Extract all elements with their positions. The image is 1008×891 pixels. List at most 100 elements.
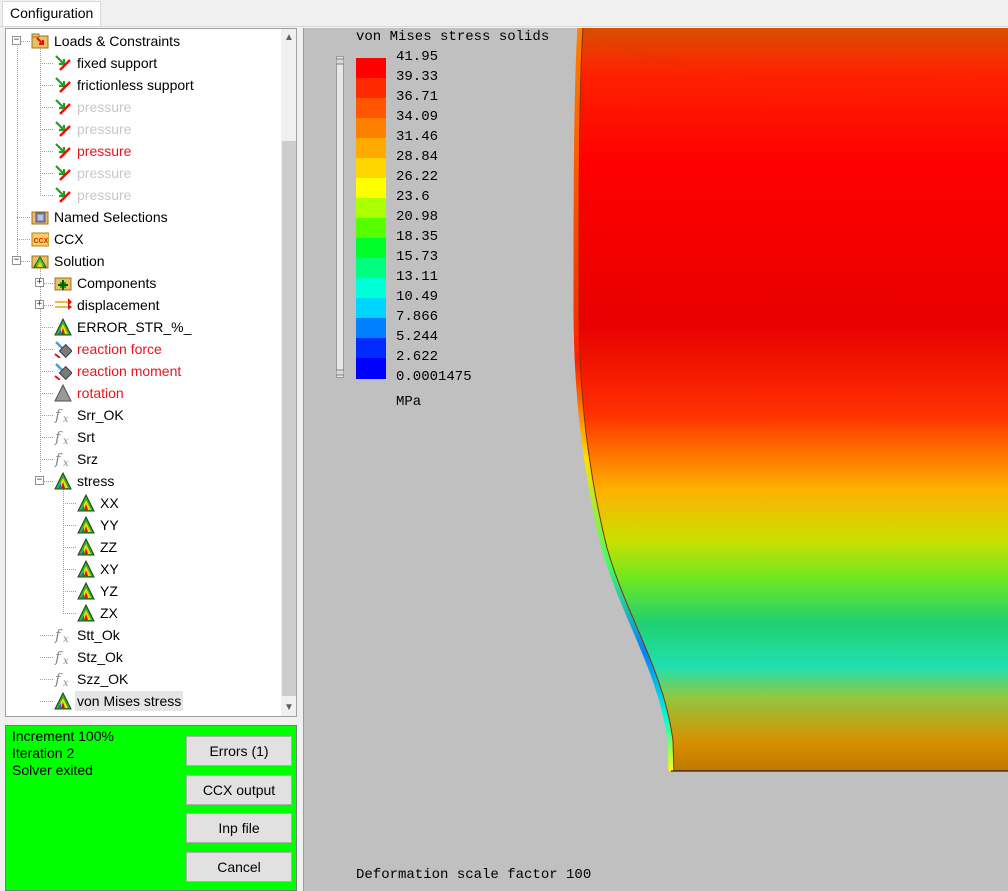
tree-item[interactable]: stress bbox=[54, 470, 116, 492]
tree-item[interactable]: f x Srt bbox=[54, 426, 97, 448]
tree-item[interactable]: Loads & Constraints bbox=[31, 30, 182, 52]
tree-item-label: YZ bbox=[100, 583, 118, 599]
tree-connector bbox=[40, 437, 53, 438]
svg-text:f: f bbox=[54, 406, 63, 424]
errors-button[interactable]: Errors (1) bbox=[186, 736, 292, 766]
legend-tick-label: 10.49 bbox=[396, 289, 439, 305]
tree-item[interactable]: ZZ bbox=[77, 536, 119, 558]
scroll-up-arrow-icon[interactable]: ▲ bbox=[281, 29, 296, 46]
color-legend bbox=[356, 58, 386, 379]
legend-tick-label: 31.46 bbox=[396, 129, 439, 145]
tree-item-label: ZZ bbox=[100, 539, 118, 555]
tree-item-label: von Mises stress bbox=[75, 691, 184, 711]
scroll-thumb[interactable] bbox=[282, 141, 296, 696]
tree-item[interactable]: f x Srr_OK bbox=[54, 404, 126, 426]
legend-tick-label: 5.244 bbox=[396, 329, 439, 345]
tree-item[interactable]: pressure bbox=[54, 184, 133, 206]
legend-tick-label: 7.866 bbox=[396, 309, 439, 325]
tree-item[interactable]: von Mises stress bbox=[54, 690, 184, 712]
tree-connector bbox=[63, 569, 76, 570]
collapse-icon[interactable]: − bbox=[12, 36, 21, 45]
model-tree[interactable]: Loads & Constraints − fixed support frictio… bbox=[5, 28, 297, 717]
tree-item-label: Srr_OK bbox=[77, 407, 124, 423]
tree-item-label: XX bbox=[100, 495, 119, 511]
tree-item[interactable]: fixed support bbox=[54, 52, 159, 74]
legend-slider[interactable] bbox=[336, 56, 344, 378]
result-triangle-icon bbox=[77, 603, 95, 622]
tree-item[interactable]: pressure bbox=[54, 162, 133, 184]
tree-item[interactable]: Components bbox=[54, 272, 158, 294]
tree-item-label: Stt_Ok bbox=[77, 627, 120, 643]
tree-connector bbox=[40, 459, 53, 460]
tree-item[interactable]: reaction moment bbox=[54, 360, 183, 382]
tree-item[interactable]: pressure bbox=[54, 96, 133, 118]
tree-item[interactable]: frictionless support bbox=[54, 74, 196, 96]
function-icon: fx bbox=[54, 450, 72, 469]
tree-item[interactable]: XY bbox=[77, 558, 121, 580]
tree-item-label: reaction moment bbox=[77, 363, 182, 379]
tree-guide-line bbox=[40, 261, 41, 472]
tree-item[interactable]: YZ bbox=[77, 580, 120, 602]
legend-tick-label: 41.95 bbox=[396, 49, 439, 65]
result-viewer[interactable]: von Mises stress solids 41.95 39.33 36.71 3… bbox=[303, 28, 1008, 891]
tree-item[interactable]: pressure bbox=[54, 140, 133, 162]
scroll-down-arrow-icon[interactable]: ▼ bbox=[281, 699, 296, 716]
tree-item[interactable]: Solution bbox=[31, 250, 107, 272]
svg-text:f: f bbox=[54, 428, 63, 446]
tree-item[interactable]: f x Szz_OK bbox=[54, 668, 130, 690]
tree-item[interactable]: f x Stz_Ok bbox=[54, 646, 125, 668]
collapse-icon[interactable]: − bbox=[35, 476, 44, 485]
tree-item-label: YY bbox=[100, 517, 119, 533]
tree-scrollbar[interactable]: ▲ ▼ bbox=[281, 29, 296, 716]
tree-item-label: frictionless support bbox=[77, 77, 194, 93]
reaction-icon bbox=[54, 362, 73, 381]
legend-tick-label: 2.622 bbox=[396, 349, 439, 365]
function-icon: fx bbox=[54, 626, 72, 645]
result-triangle-icon bbox=[77, 537, 95, 556]
legend-swatch bbox=[356, 298, 386, 319]
tree-connector bbox=[40, 657, 53, 658]
tree-connector bbox=[63, 591, 76, 592]
load-arrow-icon bbox=[54, 142, 72, 160]
tree-item[interactable]: XX bbox=[77, 492, 121, 514]
deformation-scale-text: Deformation scale factor 100 bbox=[356, 867, 592, 883]
tree-connector bbox=[63, 547, 76, 548]
tree-item[interactable]: ERROR_STR_%_ bbox=[54, 316, 193, 338]
ccx-icon: CCX bbox=[31, 230, 50, 248]
svg-text:x: x bbox=[63, 436, 69, 446]
collapse-icon[interactable]: − bbox=[12, 256, 21, 265]
tree-item[interactable]: ZX bbox=[77, 602, 120, 624]
tree-item[interactable]: YY bbox=[77, 514, 121, 536]
tree-guide-line bbox=[17, 41, 18, 259]
ccx-output-button[interactable]: CCX output bbox=[186, 775, 292, 805]
tree-item-label: XY bbox=[100, 561, 119, 577]
tree-item[interactable]: reaction force bbox=[54, 338, 164, 360]
tree-item-label: ERROR_STR_%_ bbox=[77, 319, 192, 335]
legend-swatch bbox=[356, 178, 386, 199]
tab-bar: Configuration bbox=[0, 0, 1008, 27]
tree-item[interactable]: pressure bbox=[54, 118, 133, 140]
legend-swatch bbox=[356, 138, 386, 159]
expand-icon[interactable]: + bbox=[35, 278, 44, 287]
tree-item[interactable]: CCX CCX bbox=[31, 228, 86, 250]
cancel-button[interactable]: Cancel bbox=[186, 852, 292, 882]
expand-icon[interactable]: + bbox=[35, 300, 44, 309]
increment-text: Increment 100% bbox=[12, 728, 114, 744]
legend-tick-label: 28.84 bbox=[396, 149, 439, 165]
result-triangle-icon bbox=[77, 559, 95, 578]
tree-item[interactable]: Named Selections bbox=[31, 206, 170, 228]
legend-swatch bbox=[356, 78, 386, 99]
svg-text:x: x bbox=[63, 678, 69, 688]
load-arrow-icon bbox=[54, 186, 72, 204]
inp-file-button[interactable]: Inp file bbox=[186, 813, 292, 843]
slider-handle-icon[interactable] bbox=[336, 56, 344, 378]
tree-item-label: pressure bbox=[77, 99, 132, 115]
tree-item[interactable]: f x Srz bbox=[54, 448, 100, 470]
tree-item[interactable]: f x Stt_Ok bbox=[54, 624, 122, 646]
legend-tick-label: 18.35 bbox=[396, 229, 439, 245]
tab-configuration[interactable]: Configuration bbox=[2, 1, 102, 26]
tree-item[interactable]: rotation bbox=[54, 382, 126, 404]
svg-text:x: x bbox=[63, 656, 69, 666]
tree-item-label: pressure bbox=[77, 121, 132, 137]
tree-item[interactable]: displacement bbox=[54, 294, 162, 316]
